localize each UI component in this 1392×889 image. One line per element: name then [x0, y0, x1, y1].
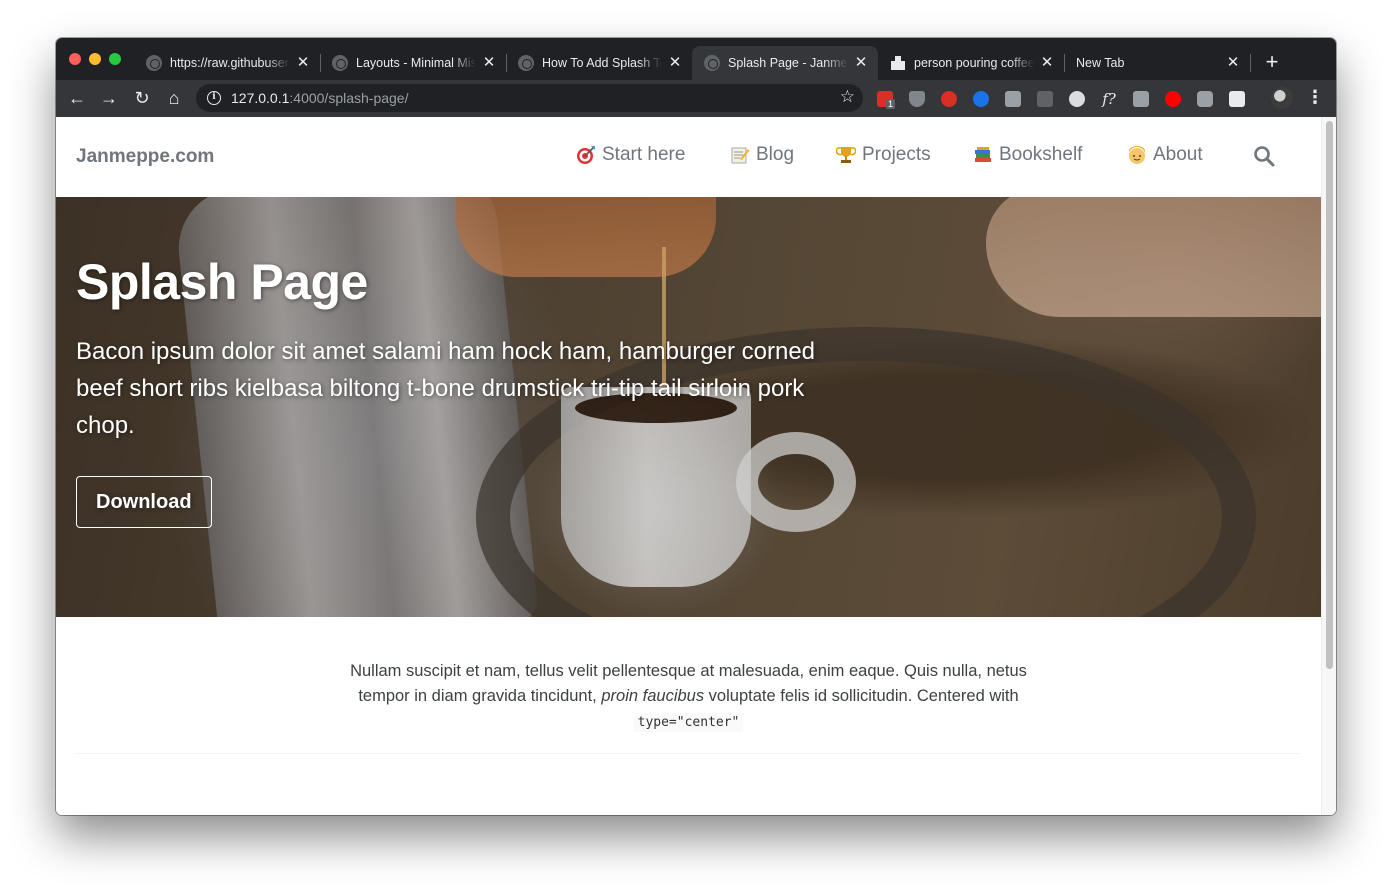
tab-separator: [1250, 54, 1251, 72]
hero-content: Splash Page Bacon ipsum dolor sit amet s…: [76, 253, 836, 528]
stop-hand-extension-icon[interactable]: [941, 91, 957, 107]
reload-icon[interactable]: ↻: [131, 87, 153, 109]
nav-label: Start here: [602, 144, 686, 165]
home-icon[interactable]: ⌂: [163, 87, 185, 109]
nav-item-blog[interactable]: Blog: [730, 144, 794, 166]
scrollbar-thumb[interactable]: [1326, 121, 1333, 669]
close-icon[interactable]: ✕: [482, 55, 496, 70]
paragraph-text: voluptate felis id sollicitudin. Centere…: [704, 687, 1019, 705]
nav-item-about[interactable]: About: [1127, 144, 1203, 166]
tab-title: How To Add Splash Template: [542, 56, 662, 70]
zoom-window-button[interactable]: [109, 53, 121, 65]
url-path: :4000/splash-page/: [289, 90, 409, 106]
browser-tab[interactable]: Layouts - Minimal Mistakes ✕: [320, 46, 506, 80]
extension-badge: 1: [886, 99, 896, 109]
tab-title: Splash Page - Janmeppe.com: [728, 56, 848, 70]
download-button[interactable]: Download: [76, 476, 212, 528]
browser-tab[interactable]: How To Add Splash Template ✕: [506, 46, 692, 80]
font-extension-icon[interactable]: f?: [1101, 91, 1117, 107]
nav-item-start-here[interactable]: Start here: [576, 144, 685, 166]
browser-tab[interactable]: https://raw.githubusercontent.com ✕: [134, 46, 320, 80]
site-title-link[interactable]: Janmeppe.com: [76, 146, 214, 168]
tab-strip: https://raw.githubusercontent.com ✕ Layo…: [56, 38, 1336, 80]
browser-tab[interactable]: New Tab ✕: [1064, 46, 1250, 80]
ublock-extension-icon[interactable]: [909, 91, 925, 107]
record-extension-icon[interactable]: [1069, 91, 1085, 107]
trophy-icon: [835, 145, 857, 165]
unsplash-icon: [890, 55, 906, 71]
menu-dots-icon[interactable]: ⋮: [1306, 86, 1324, 108]
browser-tab-active[interactable]: Splash Page - Janmeppe.com ✕: [692, 46, 878, 80]
address-bar[interactable]: i 127.0.0.1:4000/splash-page/ ☆: [196, 84, 863, 112]
paragraph-italic: proin faucibus: [601, 687, 705, 705]
css-extension-icon[interactable]: [1133, 91, 1149, 107]
nav-label: Blog: [756, 144, 795, 165]
globe-icon: [332, 55, 348, 71]
page-title: Splash Page: [76, 254, 368, 310]
profile-avatar[interactable]: [1271, 87, 1293, 109]
tab-title: person pouring coffee photo: [914, 56, 1034, 70]
url-host: 127.0.0.1: [231, 90, 290, 106]
page-content: Nullam suscipit et nam, tellus velit pel…: [56, 659, 1321, 735]
info-icon[interactable]: i: [207, 91, 221, 105]
minimize-window-button[interactable]: [89, 53, 101, 65]
browser-window: https://raw.githubusercontent.com ✕ Layo…: [56, 38, 1336, 815]
browser-toolbar: ← → ↻ ⌂ i 127.0.0.1:4000/splash-page/ ☆ …: [56, 80, 1336, 117]
tab-title: https://raw.githubusercontent.com: [170, 56, 290, 70]
site-masthead: Janmeppe.com Start here Blog Projects Bo…: [56, 117, 1321, 197]
memo-icon: [730, 145, 750, 165]
forward-arrow-icon[interactable]: →: [98, 87, 120, 109]
nav-label: Projects: [862, 144, 931, 165]
close-window-button[interactable]: [69, 53, 81, 65]
close-icon[interactable]: ✕: [1040, 55, 1054, 70]
close-icon[interactable]: ✕: [1226, 55, 1240, 70]
camera-extension-icon[interactable]: [1197, 91, 1213, 107]
browser-tab[interactable]: person pouring coffee photo ✕: [878, 46, 1064, 80]
youtube-extension-icon[interactable]: [1165, 91, 1181, 107]
search-icon[interactable]: [1253, 145, 1275, 167]
books-icon: [973, 145, 993, 165]
window-extension-icon[interactable]: [1229, 91, 1245, 107]
bank-extension-icon[interactable]: [973, 91, 989, 107]
tab-title: New Tab: [1076, 56, 1125, 70]
tab-title: Layouts - Minimal Mistakes: [356, 56, 476, 70]
globe-icon: [518, 55, 534, 71]
hero-banner: Splash Page Bacon ipsum dolor sit amet s…: [56, 197, 1321, 617]
close-icon[interactable]: ✕: [296, 55, 310, 70]
puzzle-extension-icon[interactable]: [1037, 91, 1053, 107]
calendar-extension-icon[interactable]: 1: [877, 91, 896, 109]
hero-image-hand: [986, 197, 1321, 317]
close-icon[interactable]: ✕: [668, 55, 682, 70]
close-icon[interactable]: ✕: [854, 55, 868, 70]
dart-icon: [576, 145, 596, 165]
nav-label: Bookshelf: [999, 144, 1083, 165]
nav-item-projects[interactable]: Projects: [835, 144, 931, 166]
bookmark-star-icon[interactable]: ☆: [840, 87, 855, 107]
new-tab-plus-icon[interactable]: +: [1262, 51, 1282, 73]
inline-code: type="center": [633, 713, 744, 732]
intro-paragraph: Nullam suscipit et nam, tellus velit pel…: [329, 659, 1049, 735]
page-scrollbar[interactable]: [1321, 117, 1336, 815]
hero-excerpt: Bacon ipsum dolor sit amet salami ham ho…: [76, 338, 816, 439]
globe-icon: [146, 55, 162, 71]
play-extension-icon[interactable]: [1005, 91, 1021, 107]
back-arrow-icon[interactable]: ←: [66, 87, 88, 109]
nav-item-bookshelf[interactable]: Bookshelf: [973, 144, 1082, 166]
globe-icon: [704, 55, 720, 71]
page-viewport: Janmeppe.com Start here Blog Projects Bo…: [56, 117, 1336, 815]
divider: [76, 753, 1300, 754]
nav-label: About: [1153, 144, 1203, 165]
person-icon: [1127, 145, 1147, 165]
url-text[interactable]: 127.0.0.1:4000/splash-page/: [231, 90, 408, 106]
